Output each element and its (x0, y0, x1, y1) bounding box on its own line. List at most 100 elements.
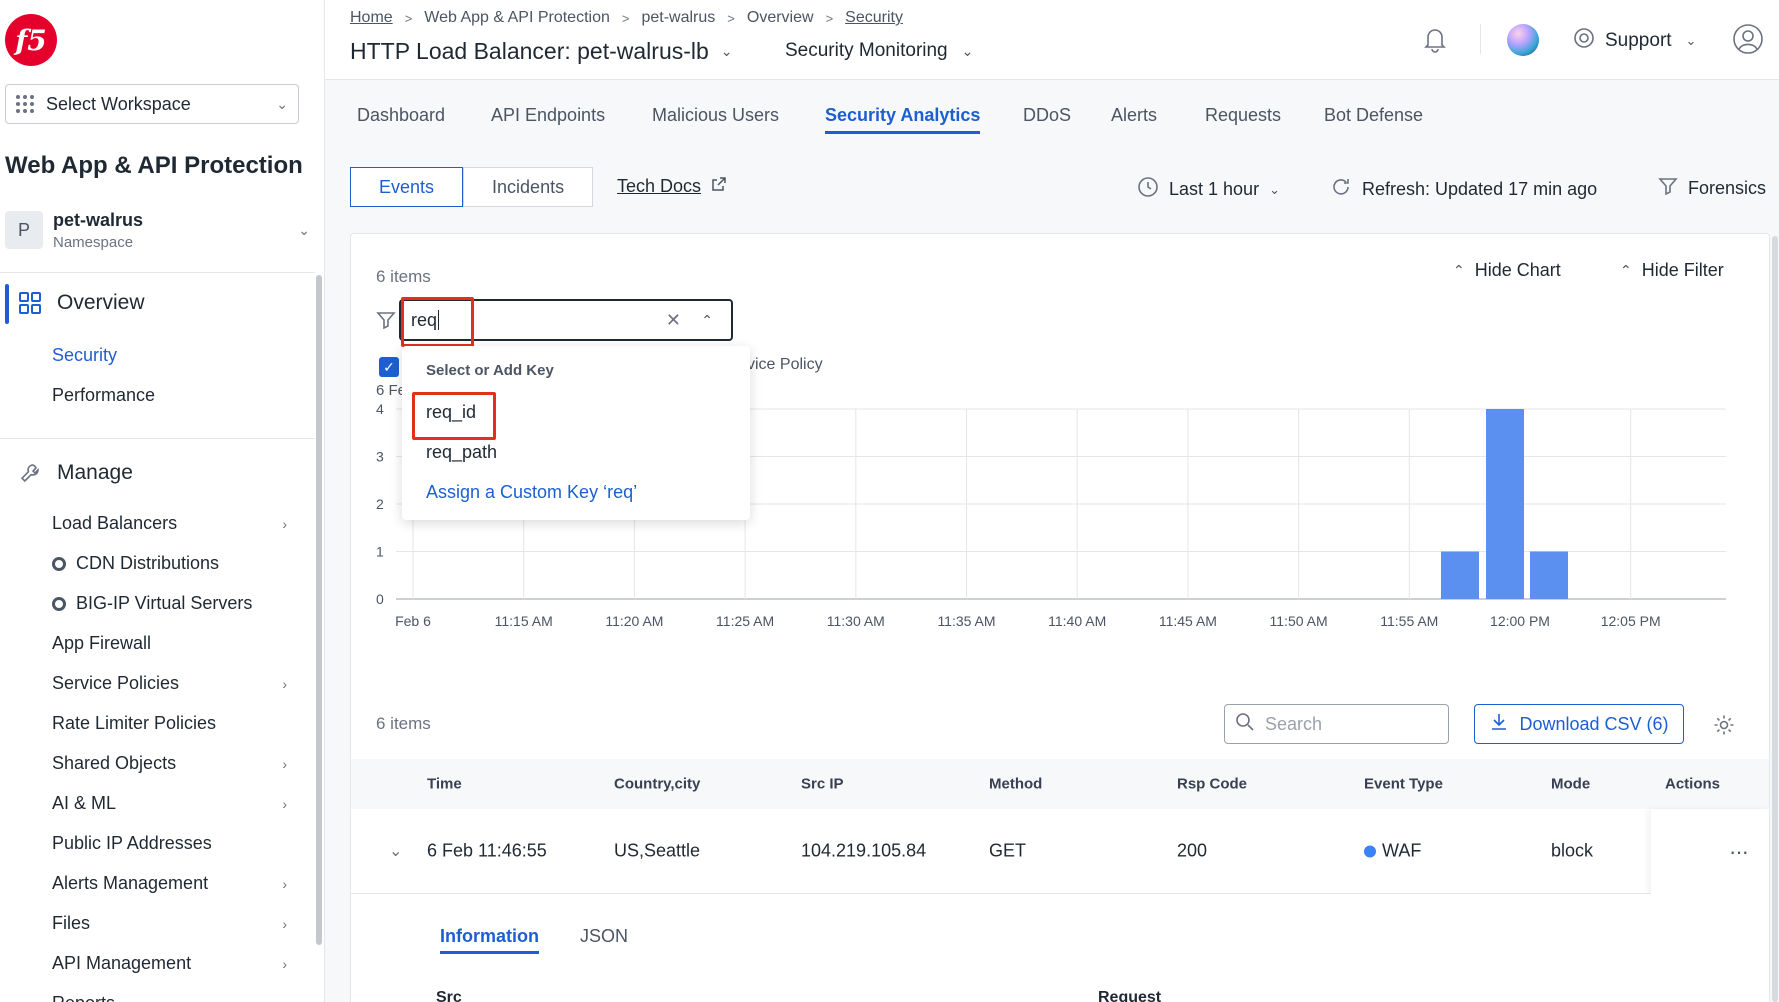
sidebar-scrollbar[interactable] (316, 275, 322, 945)
sidebar-item-service-policies[interactable]: Service Policies › (52, 673, 287, 694)
hide-chart-button[interactable]: ⌃ Hide Chart (1453, 260, 1561, 281)
events-button[interactable]: Events (350, 167, 464, 207)
nav-manage[interactable]: Manage (18, 461, 133, 485)
tab-dashboard[interactable]: Dashboard (357, 105, 445, 126)
sidebar-item-performance[interactable]: Performance (52, 385, 287, 406)
search-placeholder: Search (1265, 713, 1323, 734)
sidebar-item-files[interactable]: Files › (52, 913, 287, 934)
main-scrollbar[interactable] (1772, 236, 1778, 1002)
option-req-path[interactable]: req_path (426, 442, 497, 463)
filter-icon (376, 310, 396, 335)
load-balancer-select[interactable]: HTTP Load Balancer: pet-walrus-lb ⌄ (350, 38, 733, 65)
chevron-right-icon: › (282, 996, 287, 1002)
option-assign-custom-key[interactable]: Assign a Custom Key ‘req’ (426, 482, 637, 503)
x-tick-label: 11:15 AM (495, 613, 553, 629)
sidebar-item-label: Rate Limiter Policies (52, 713, 217, 733)
sidebar-item-label: Public IP Addresses (52, 833, 212, 853)
namespace-selector[interactable]: P pet-walrus Namespace ⌄ (5, 205, 310, 255)
support-menu[interactable]: Support ⌄ (1573, 27, 1696, 55)
user-icon[interactable] (1731, 22, 1765, 61)
view-select[interactable]: Security Monitoring ⌄ (785, 40, 973, 62)
breadcrumb-app[interactable]: Web App & API Protection (424, 9, 610, 27)
sidebar-item-bigip-virtual-servers[interactable]: BIG-IP Virtual Servers (52, 593, 287, 614)
sidebar-item-alerts-management[interactable]: Alerts Management › (52, 873, 287, 894)
breadcrumb-security[interactable]: Security (845, 9, 903, 27)
column-header[interactable]: Src IP (801, 776, 844, 793)
tab-api-endpoints[interactable]: API Endpoints (491, 105, 605, 126)
breadcrumb-overview[interactable]: Overview (747, 9, 814, 27)
sidebar-item-shared-objects[interactable]: Shared Objects › (52, 753, 287, 774)
chevron-down-icon: ⌄ (298, 221, 310, 238)
sidebar-item-label: Alerts Management (52, 873, 209, 893)
incidents-button[interactable]: Incidents (463, 167, 594, 207)
highlight-box (401, 297, 474, 347)
forensics-button[interactable]: Forensics (1658, 176, 1766, 201)
namespace-name: pet-walrus (53, 209, 144, 230)
table-row[interactable]: ⌄ 6 Feb 11:46:55 US,Seattle 104.219.105.… (351, 809, 1769, 894)
chevron-up-icon[interactable]: ⌃ (701, 312, 713, 329)
grid-icon (16, 95, 34, 113)
time-range-select[interactable]: Last 1 hour ⌄ (1137, 176, 1280, 203)
y-tick-label: 3 (376, 449, 384, 465)
workspace-select[interactable]: Select Workspace ⌄ (5, 84, 299, 124)
chevron-up-icon: ⌃ (1620, 262, 1632, 278)
sidebar-item-app-firewall[interactable]: App Firewall (52, 633, 287, 654)
sidebar-item-ai-ml[interactable]: AI & ML › (52, 793, 287, 814)
gear-icon[interactable] (1713, 714, 1735, 741)
dropdown-header: Select or Add Key (426, 362, 554, 379)
column-header[interactable]: Country,city (614, 776, 700, 793)
tab-json[interactable]: JSON (580, 926, 628, 947)
column-header[interactable]: Mode (1551, 776, 1590, 793)
tab-malicious-users[interactable]: Malicious Users (652, 105, 779, 126)
hide-filter-button[interactable]: ⌃ Hide Filter (1620, 260, 1724, 281)
chevron-right-icon: > (404, 10, 413, 26)
sidebar-item-label: Service Policies (52, 673, 180, 693)
bell-icon[interactable] (1420, 24, 1450, 54)
tab-ddos[interactable]: DDoS (1023, 105, 1071, 126)
breadcrumb-namespace[interactable]: pet-walrus (641, 9, 715, 27)
nav-overview-label: Overview (57, 291, 145, 314)
sidebar-item-api-management[interactable]: API Management › (52, 953, 287, 974)
status-dot (1364, 845, 1376, 858)
chevron-down-icon[interactable]: ⌄ (389, 841, 402, 861)
sidebar-item-rate-limiter-policies[interactable]: Rate Limiter Policies (52, 713, 287, 734)
refresh-icon (1330, 176, 1352, 203)
tab-alerts[interactable]: Alerts (1111, 105, 1157, 126)
refresh-label: Refresh: Updated 17 min ago (1362, 179, 1598, 199)
chart-bar (1530, 551, 1568, 599)
sidebar-item-load-balancers[interactable]: Load Balancers › (52, 513, 287, 534)
hide-chart-label: Hide Chart (1474, 260, 1561, 280)
sidebar-item-public-ip-addresses[interactable]: Public IP Addresses (52, 833, 287, 854)
f5-logo[interactable]: f5 (5, 14, 57, 66)
download-csv-button[interactable]: Download CSV (6) (1474, 704, 1684, 744)
assistant-orb-icon[interactable] (1507, 24, 1539, 56)
refresh-button[interactable]: Refresh: Updated 17 min ago (1330, 176, 1597, 203)
column-header: Actions (1665, 775, 1721, 793)
column-header[interactable]: Method (989, 776, 1042, 793)
x-tick-label: 11:55 AM (1380, 613, 1438, 629)
breadcrumb-home[interactable]: Home (350, 9, 393, 27)
sidebar-item-cdn-distributions[interactable]: CDN Distributions (52, 553, 287, 574)
column-header[interactable]: Time (427, 776, 462, 793)
close-icon[interactable]: ✕ (666, 310, 681, 331)
sidebar-item-reports[interactable]: Reports › (52, 993, 287, 1002)
sidebar-item-security[interactable]: Security (52, 345, 287, 366)
chevron-right-icon: › (282, 955, 287, 972)
column-header[interactable]: Rsp Code (1177, 776, 1247, 793)
divider (0, 272, 315, 273)
chevron-down-icon: ⌄ (720, 43, 733, 59)
chevron-down-icon: ⌄ (276, 95, 288, 112)
x-tick-label: 11:45 AM (1159, 613, 1217, 629)
sidebar-item-label: API Management (52, 953, 192, 973)
tab-bot-defense[interactable]: Bot Defense (1324, 105, 1423, 126)
nav-overview[interactable]: Overview (18, 291, 145, 315)
more-actions-icon[interactable]: ··· (1729, 839, 1749, 865)
event-type-label: WAF (1382, 840, 1422, 861)
tab-requests[interactable]: Requests (1205, 105, 1281, 126)
tech-docs-link[interactable]: Tech Docs (617, 176, 727, 197)
search-input[interactable]: Search (1224, 704, 1449, 744)
namespace-avatar: P (5, 211, 43, 249)
tab-information[interactable]: Information (440, 926, 539, 954)
column-header[interactable]: Event Type (1364, 776, 1443, 793)
tab-security-analytics[interactable]: Security Analytics (825, 105, 981, 134)
